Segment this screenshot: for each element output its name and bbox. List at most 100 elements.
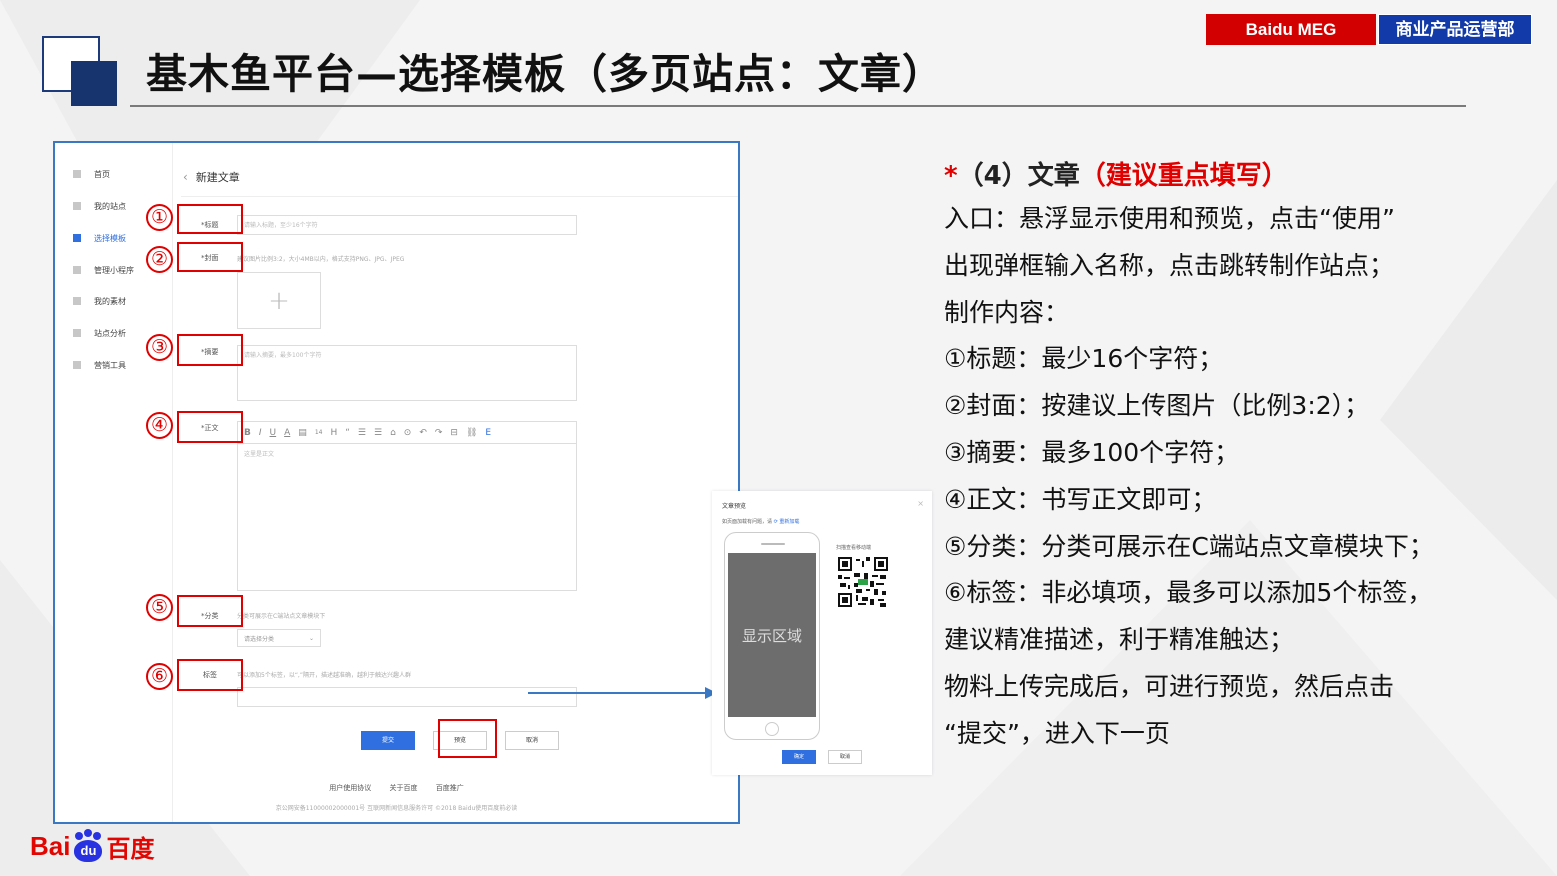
editor-header: ‹ 新建文章 (181, 157, 738, 197)
font-color-button[interactable]: A (284, 428, 290, 438)
form-screenshot: 首页 我的站点 选择模板 管理小程序 我的素材 站点分析 营销工具 ‹ 新建文章… (53, 141, 740, 824)
paw-toe (75, 832, 84, 840)
italic-button[interactable]: I (259, 428, 262, 438)
link-icon[interactable]: ⛓ (466, 428, 477, 438)
preview-notice-text: 如页面加载有问题，请 (722, 519, 773, 525)
sidebar-item-label: 管理小程序 (94, 265, 134, 275)
description-line: 入口：悬浮显示使用和预览，点击“使用” (944, 204, 1395, 233)
baidu-logo-cn: 百度 (106, 834, 155, 863)
marker-4: ④ (146, 412, 173, 439)
footer-link-about[interactable]: 关于百度 (390, 784, 418, 792)
description-line: ④正文：书写正文即可； (944, 484, 1217, 514)
arrow-line (528, 692, 708, 694)
sidebar-item-icon (73, 266, 81, 274)
highlight-title (177, 204, 243, 234)
preview-notice: 如页面加载有问题，请 ⟳ 重新加载 (722, 518, 799, 525)
description-line: ⑥标签：非必填项，最多可以添加5个标签， (944, 578, 1433, 608)
footer-link-agreement[interactable]: 用户使用协议 (329, 784, 371, 792)
phone-mockup: 显示区域 (724, 532, 820, 740)
highlight-preview-button (438, 719, 497, 758)
description-line: ②封面：按建议上传图片（比例3:2）； (944, 391, 1370, 421)
sidebar: 首页 我的站点 选择模板 管理小程序 我的素材 站点分析 营销工具 (55, 143, 173, 822)
description-line: 物料上传完成后，可进行预览，然后点击 (944, 671, 1395, 701)
sidebar-item-label: 选择模板 (94, 233, 126, 243)
required-star: * (944, 161, 958, 191)
heading-button[interactable]: H (330, 428, 337, 438)
reload-link[interactable]: 重新加载 (779, 519, 799, 525)
sidebar-item-home[interactable]: 首页 (73, 167, 110, 181)
sidebar-item-label: 首页 (94, 169, 110, 179)
department-badge: 商业产品运营部 (1378, 14, 1532, 45)
baidu-meg-badge: Baidu MEG (1206, 14, 1376, 45)
category-select-value: 请选择分类 (244, 635, 275, 643)
summary-textarea[interactable]: 请输入摘要，最多100个字符 (237, 345, 577, 401)
highlight-cover (177, 242, 243, 272)
title-divider (130, 105, 1466, 107)
unordered-list-button[interactable]: ☰ (374, 428, 382, 438)
background-color-button[interactable]: ▤ (298, 428, 307, 438)
submit-button[interactable]: 提交 (361, 731, 415, 750)
paw-toe (93, 832, 102, 840)
paw-toe (84, 829, 93, 837)
phone-speaker (761, 543, 785, 545)
sidebar-item-select-template[interactable]: 选择模板 (73, 231, 126, 245)
preview-title: 文章预览 (722, 503, 747, 510)
description-line: ①标题：最少16个字符； (944, 344, 1224, 374)
phone-display-area: 显示区域 (728, 553, 816, 717)
font-size-select[interactable]: 14 (315, 429, 323, 436)
qr-code-icon (838, 557, 888, 607)
redo-icon[interactable]: ↷ (435, 428, 443, 438)
paw-pad: du (74, 840, 103, 862)
marker-3: ③ (146, 334, 173, 361)
preview-ok-button[interactable]: 确定 (782, 750, 816, 764)
description-heading: *（4）文章（建议重点填写） (944, 156, 1534, 196)
description-suggestion: （建议重点填写） (1079, 161, 1288, 191)
page-title: 基木鱼平台—选择模板（多页站点：文章） (146, 50, 944, 98)
marker-1: ① (146, 204, 173, 231)
title-input[interactable]: 请输入标题，至少16个字符 (237, 215, 577, 235)
category-select[interactable]: 请选择分类 ⌄ (237, 629, 321, 647)
sidebar-item-my-sites[interactable]: 我的站点 (73, 199, 126, 213)
description-line: “提交”，进入下一页 (944, 718, 1170, 748)
bold-button[interactable]: B (244, 428, 251, 438)
sidebar-item-analytics[interactable]: 站点分析 (73, 326, 126, 340)
description-line: ⑤分类：分类可展示在C端站点文章模块下； (944, 531, 1434, 561)
editor-header-title: 新建文章 (195, 170, 240, 184)
highlight-category (177, 595, 243, 627)
table-button[interactable]: ⊟ (450, 428, 458, 438)
image-button[interactable]: ⌂ (390, 428, 396, 438)
cover-upload-button[interactable]: + (237, 272, 321, 329)
title-logo-fill (71, 61, 117, 106)
close-icon[interactable]: × (917, 499, 924, 508)
editor-toolbar: B I U A ▤ 14 H “ ☰ ☰ ⌂ ⊙ ↶ ↷ ⊟ ⛓ E (237, 421, 577, 443)
sidebar-item-icon (73, 234, 81, 242)
quote-button[interactable]: “ (345, 428, 350, 438)
ordered-list-button[interactable]: ☰ (358, 428, 366, 438)
qr-label: 扫描查看移动端 (836, 545, 872, 551)
refresh-icon: ⟳ (773, 519, 778, 525)
sidebar-item-marketing-tools[interactable]: 营销工具 (73, 358, 126, 372)
video-button[interactable]: ⊙ (404, 428, 412, 438)
undo-icon[interactable]: ↶ (419, 428, 427, 438)
sidebar-item-icon (73, 329, 81, 337)
category-hint: 分类可展示在C端站点文章模块下 (237, 613, 326, 620)
form-panel: *标题 请输入标题，至少16个字符 *封面 建议图片比例3:2，大小4MB以内，… (181, 197, 738, 767)
description-line: ③摘要：最多100个字符； (944, 437, 1240, 467)
sidebar-item-materials[interactable]: 我的素材 (73, 294, 126, 308)
preview-cancel-button[interactable]: 取消 (828, 750, 862, 764)
footer-copyright: 京公网安备11000002000001号 互联网新闻信息服务许可 ©2018 B… (275, 805, 518, 812)
description-line: 建议精准描述，利于精准触达； (944, 625, 1295, 655)
baidu-logo: Bai du 百度 (30, 826, 154, 866)
tags-input[interactable] (237, 687, 577, 707)
highlight-summary (177, 334, 243, 366)
sidebar-item-icon (73, 202, 81, 210)
sidebar-item-label: 我的站点 (94, 201, 126, 211)
form-area: *标题 请输入标题，至少16个字符 *封面 建议图片比例3:2，大小4MB以内，… (181, 197, 738, 767)
underline-button[interactable]: U (270, 428, 277, 438)
footer-link-promotion[interactable]: 百度推广 (436, 784, 464, 792)
format-button[interactable]: E (485, 428, 491, 438)
chevron-left-icon[interactable]: ‹ (183, 170, 188, 184)
sidebar-item-mini-program[interactable]: 管理小程序 (73, 263, 134, 277)
body-editor[interactable]: 这里是正文 (237, 443, 577, 591)
cancel-button[interactable]: 取消 (505, 731, 559, 750)
